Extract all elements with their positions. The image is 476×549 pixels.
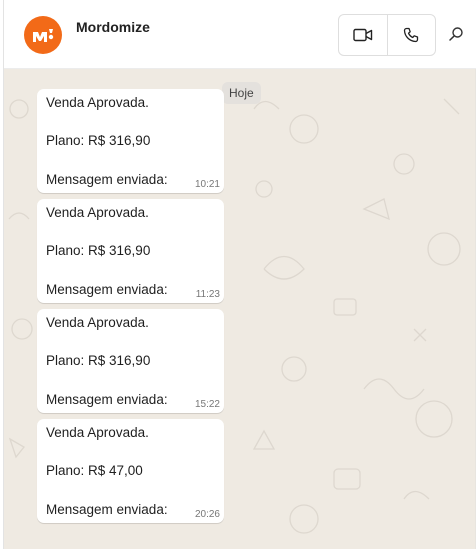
call-buttons	[338, 14, 436, 56]
message-line-3: Mensagem enviada:	[46, 502, 168, 517]
message-bubble[interactable]: Venda Aprovada. Plano: R$ 316,90 Mensage…	[37, 309, 224, 413]
message-line-2: Plano: R$ 316,90	[46, 353, 151, 368]
message-line-3: Mensagem enviada:	[46, 172, 168, 187]
message-line-1: Venda Aprovada.	[46, 425, 149, 440]
search-icon	[449, 27, 463, 41]
chat-header: Mordomize	[4, 0, 476, 69]
message-time: 20:26	[194, 509, 220, 520]
voice-call-button[interactable]	[386, 15, 436, 55]
message-line-2: Plano: R$ 47,00	[46, 463, 143, 478]
message-time: 10:21	[194, 179, 220, 190]
message-line-1: Venda Aprovada.	[46, 315, 149, 330]
message-line-1: Venda Aprovada.	[46, 205, 149, 220]
message-line-1: Venda Aprovada.	[46, 95, 149, 110]
message-line-3: Mensagem enviada:	[46, 282, 168, 297]
avatar[interactable]	[24, 16, 62, 54]
search-button[interactable]	[444, 22, 468, 46]
message-line-2: Plano: R$ 316,90	[46, 243, 151, 258]
message-bubble[interactable]: Venda Aprovada. Plano: R$ 316,90 Mensage…	[37, 199, 224, 303]
message-line-2: Plano: R$ 316,90	[46, 133, 151, 148]
phone-icon	[404, 27, 419, 43]
video-call-button[interactable]	[339, 15, 387, 55]
date-separator: Hoje	[222, 82, 261, 104]
mordomize-logo-icon	[33, 29, 54, 42]
message-bubble[interactable]: Venda Aprovada. Plano: R$ 47,00 Mensagem…	[37, 419, 224, 523]
chat-window: Mordomize Hoje Venda Aprovada. Plano: R$…	[3, 0, 476, 549]
video-camera-icon	[353, 28, 372, 42]
message-bubble[interactable]: Venda Aprovada. Plano: R$ 316,90 Mensage…	[37, 89, 224, 193]
contact-name[interactable]: Mordomize	[76, 19, 150, 35]
message-time: 15:22	[194, 399, 220, 410]
message-time: 11:23	[195, 289, 220, 300]
message-list[interactable]: Hoje Venda Aprovada. Plano: R$ 316,90 Me…	[4, 69, 476, 549]
message-line-3: Mensagem enviada:	[46, 392, 168, 407]
